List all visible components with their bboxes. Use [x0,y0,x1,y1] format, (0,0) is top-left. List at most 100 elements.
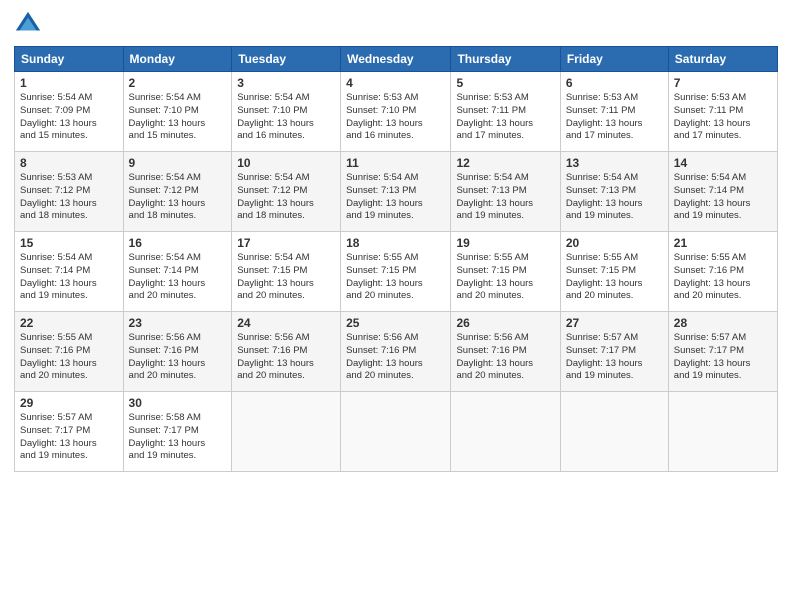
day-cell: 16 Sunrise: 5:54 AM Sunset: 7:14 PM Dayli… [123,232,232,312]
day-cell: 19 Sunrise: 5:55 AM Sunset: 7:15 PM Dayli… [451,232,560,312]
day-cell: 5 Sunrise: 5:53 AM Sunset: 7:11 PM Daylig… [451,72,560,152]
day-cell: 24Sunrise: 5:56 AM Sunset: 7:16 PM Dayli… [232,312,341,392]
day-cell: 2 Sunrise: 5:54 AM Sunset: 7:10 PM Daylig… [123,72,232,152]
day-number: 18 [346,236,445,250]
day-cell: 23 Sunrise: 5:56 AM Sunset: 7:16 PM Dayli… [123,312,232,392]
day-number: 15 [20,236,118,250]
day-number: 7 [674,76,772,90]
header-row: Sunday Monday Tuesday Wednesday Thursday… [15,47,778,72]
day-cell: 12Sunrise: 5:54 AM Sunset: 7:13 PM Dayli… [451,152,560,232]
day-cell: 6 Sunrise: 5:53 AM Sunset: 7:11 PM Daylig… [560,72,668,152]
day-info: Sunrise: 5:54 AM Sunset: 7:09 PM Dayligh… [20,92,118,143]
day-number: 3 [237,76,335,90]
week-row-1: 1Sunrise: 5:54 AM Sunset: 7:09 PM Daylig… [15,72,778,152]
day-number: 5 [456,76,554,90]
col-tuesday: Tuesday [232,47,341,72]
day-number: 6 [566,76,663,90]
calendar-table: Sunday Monday Tuesday Wednesday Thursday… [14,46,778,472]
day-info: Sunrise: 5:55 AM Sunset: 7:16 PM Dayligh… [20,332,118,383]
day-cell: 7 Sunrise: 5:53 AM Sunset: 7:11 PM Daylig… [668,72,777,152]
day-cell [341,392,451,472]
day-number: 27 [566,316,663,330]
day-number: 21 [674,236,772,250]
day-cell: 17Sunrise: 5:54 AM Sunset: 7:15 PM Dayli… [232,232,341,312]
day-info: Sunrise: 5:53 AM Sunset: 7:10 PM Dayligh… [346,92,445,143]
day-cell [451,392,560,472]
logo [14,10,46,38]
day-cell: 26 Sunrise: 5:56 AM Sunset: 7:16 PM Dayli… [451,312,560,392]
day-info: Sunrise: 5:53 AM Sunset: 7:11 PM Dayligh… [456,92,554,143]
day-info: Sunrise: 5:55 AM Sunset: 7:15 PM Dayligh… [346,252,445,303]
day-info: Sunrise: 5:53 AM Sunset: 7:12 PM Dayligh… [20,172,118,223]
day-number: 25 [346,316,445,330]
day-cell: 4 Sunrise: 5:53 AM Sunset: 7:10 PM Daylig… [341,72,451,152]
day-number: 23 [129,316,227,330]
calendar-header: Sunday Monday Tuesday Wednesday Thursday… [15,47,778,72]
day-cell [232,392,341,472]
day-number: 14 [674,156,772,170]
day-cell: 13 Sunrise: 5:54 AM Sunset: 7:13 PM Dayli… [560,152,668,232]
day-info: Sunrise: 5:54 AM Sunset: 7:12 PM Dayligh… [129,172,227,223]
day-cell: 10 Sunrise: 5:54 AM Sunset: 7:12 PM Dayli… [232,152,341,232]
day-info: Sunrise: 5:53 AM Sunset: 7:11 PM Dayligh… [674,92,772,143]
day-number: 24 [237,316,335,330]
day-cell: 18 Sunrise: 5:55 AM Sunset: 7:15 PM Dayli… [341,232,451,312]
day-number: 9 [129,156,227,170]
week-row-4: 22Sunrise: 5:55 AM Sunset: 7:16 PM Dayli… [15,312,778,392]
day-number: 10 [237,156,335,170]
day-cell [668,392,777,472]
day-info: Sunrise: 5:54 AM Sunset: 7:13 PM Dayligh… [566,172,663,223]
day-number: 30 [129,396,227,410]
week-row-5: 29 Sunrise: 5:57 AM Sunset: 7:17 PM Dayli… [15,392,778,472]
day-number: 19 [456,236,554,250]
day-cell: 27 Sunrise: 5:57 AM Sunset: 7:17 PM Dayli… [560,312,668,392]
day-cell: 9 Sunrise: 5:54 AM Sunset: 7:12 PM Daylig… [123,152,232,232]
day-info: Sunrise: 5:56 AM Sunset: 7:16 PM Dayligh… [456,332,554,383]
day-info: Sunrise: 5:57 AM Sunset: 7:17 PM Dayligh… [674,332,772,383]
day-info: Sunrise: 5:55 AM Sunset: 7:16 PM Dayligh… [674,252,772,303]
day-number: 13 [566,156,663,170]
day-info: Sunrise: 5:54 AM Sunset: 7:14 PM Dayligh… [20,252,118,303]
day-cell: 30Sunrise: 5:58 AM Sunset: 7:17 PM Dayli… [123,392,232,472]
col-monday: Monday [123,47,232,72]
day-number: 29 [20,396,118,410]
day-info: Sunrise: 5:54 AM Sunset: 7:10 PM Dayligh… [129,92,227,143]
day-info: Sunrise: 5:54 AM Sunset: 7:10 PM Dayligh… [237,92,335,143]
col-sunday: Sunday [15,47,124,72]
day-info: Sunrise: 5:54 AM Sunset: 7:12 PM Dayligh… [237,172,335,223]
week-row-2: 8Sunrise: 5:53 AM Sunset: 7:12 PM Daylig… [15,152,778,232]
day-number: 16 [129,236,227,250]
day-number: 4 [346,76,445,90]
day-info: Sunrise: 5:57 AM Sunset: 7:17 PM Dayligh… [20,412,118,463]
day-info: Sunrise: 5:55 AM Sunset: 7:15 PM Dayligh… [566,252,663,303]
day-cell [560,392,668,472]
day-info: Sunrise: 5:54 AM Sunset: 7:15 PM Dayligh… [237,252,335,303]
day-cell: 20 Sunrise: 5:55 AM Sunset: 7:15 PM Dayli… [560,232,668,312]
day-info: Sunrise: 5:57 AM Sunset: 7:17 PM Dayligh… [566,332,663,383]
day-info: Sunrise: 5:55 AM Sunset: 7:15 PM Dayligh… [456,252,554,303]
day-number: 28 [674,316,772,330]
col-saturday: Saturday [668,47,777,72]
day-cell: 21 Sunrise: 5:55 AM Sunset: 7:16 PM Dayli… [668,232,777,312]
day-cell: 15 Sunrise: 5:54 AM Sunset: 7:14 PM Dayli… [15,232,124,312]
day-number: 20 [566,236,663,250]
day-info: Sunrise: 5:56 AM Sunset: 7:16 PM Dayligh… [346,332,445,383]
page: Sunday Monday Tuesday Wednesday Thursday… [0,0,792,612]
col-wednesday: Wednesday [341,47,451,72]
day-cell: 3 Sunrise: 5:54 AM Sunset: 7:10 PM Daylig… [232,72,341,152]
day-number: 11 [346,156,445,170]
day-info: Sunrise: 5:54 AM Sunset: 7:14 PM Dayligh… [674,172,772,223]
day-number: 26 [456,316,554,330]
logo-icon [14,10,42,38]
day-number: 2 [129,76,227,90]
day-cell: 28 Sunrise: 5:57 AM Sunset: 7:17 PM Dayli… [668,312,777,392]
day-info: Sunrise: 5:54 AM Sunset: 7:14 PM Dayligh… [129,252,227,303]
day-cell: 25 Sunrise: 5:56 AM Sunset: 7:16 PM Dayli… [341,312,451,392]
day-cell: 22Sunrise: 5:55 AM Sunset: 7:16 PM Dayli… [15,312,124,392]
day-cell: 29 Sunrise: 5:57 AM Sunset: 7:17 PM Dayli… [15,392,124,472]
day-number: 12 [456,156,554,170]
day-info: Sunrise: 5:56 AM Sunset: 7:16 PM Dayligh… [129,332,227,383]
day-info: Sunrise: 5:53 AM Sunset: 7:11 PM Dayligh… [566,92,663,143]
calendar-body: 1Sunrise: 5:54 AM Sunset: 7:09 PM Daylig… [15,72,778,472]
col-thursday: Thursday [451,47,560,72]
